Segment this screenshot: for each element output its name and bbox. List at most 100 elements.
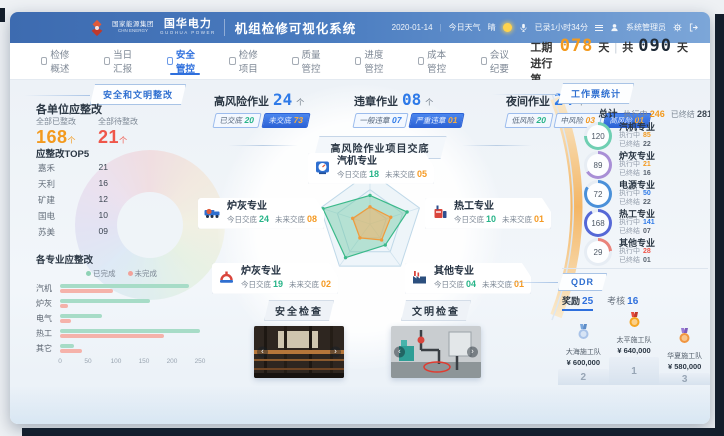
tab-bar: 检修概述当日汇报安全管控检修项目质量管控进度管控成本管控会议纪要 工期进行第 0… — [10, 43, 710, 80]
safety-check-gallery: 安全检查 ‹ › — [254, 300, 344, 378]
screen-edge-right — [715, 14, 724, 436]
bar-axis: 050100150200250 — [60, 356, 200, 366]
divider — [562, 268, 708, 269]
top5-row: 天利16 — [38, 178, 108, 194]
tab-检修概述[interactable]: 检修概述 — [28, 43, 91, 79]
record-duration: 已录1小时34分 — [535, 22, 588, 33]
podium-step: 1 — [609, 357, 660, 385]
high-risk-work-stat: 高风险作业24个 已交底20未交底73 — [214, 90, 309, 128]
tab-质量管控[interactable]: 质量管控 — [279, 43, 342, 79]
work-ticket-ring-热工专业: 168热工专业执行中141已终结07 — [584, 209, 710, 237]
tab-成本管控[interactable]: 成本管控 — [405, 43, 468, 79]
work-ticket-ring-炉灰专业: 89炉灰专业执行中21已终结16 — [584, 151, 710, 179]
majors-chart-title: 各专业应整改 — [36, 252, 93, 266]
qdr-tab-考核[interactable]: 考核16 — [607, 294, 638, 311]
total-done-stat: 全部已整改 168个 — [36, 116, 76, 148]
civilized-check-photo[interactable]: ‹ › — [391, 326, 481, 378]
progress-ring: 168 — [584, 209, 612, 237]
tab-检修项目[interactable]: 检修项目 — [216, 43, 279, 79]
closed-total: 281 — [697, 109, 710, 119]
carousel-prev-icon[interactable]: ‹ — [394, 347, 405, 358]
progress-ring: 89 — [584, 151, 612, 179]
card-ash-2: 炉灰专业 今日交底19未来交底02 — [212, 263, 338, 294]
violation-work-stat: 违章作业08个 一般违章07严重违章01 — [354, 90, 464, 128]
podium-rank-2: 大海施工队¥ 600,000 2 — [558, 324, 609, 385]
bar-row-电气: 电气 — [36, 311, 200, 326]
tab-进度管控[interactable]: 进度管控 — [342, 43, 405, 79]
tab-icon — [167, 57, 173, 65]
carousel-next-icon[interactable]: › — [467, 347, 478, 358]
progress-ring: 29 — [584, 238, 612, 266]
weather-label: 今日天气 — [449, 22, 481, 33]
badge-严重违章: 严重违章01 — [409, 113, 466, 128]
sun-icon — [503, 23, 512, 32]
team-name: 大海施工队 — [558, 347, 609, 357]
truck-icon — [203, 203, 222, 222]
work-ticket-ring-汽机专业: 120汽机专业执行中85已终结22 — [584, 122, 710, 150]
safety-check-title: 安全检查 — [264, 300, 334, 321]
legend-done: 已完成 — [86, 268, 116, 279]
badge-一般违章: 一般违章07 — [352, 113, 409, 128]
section-badge-safety-rectification: 安全和文明整改 — [90, 84, 186, 105]
tab-会议纪要[interactable]: 会议纪要 — [468, 43, 531, 79]
period-total-days: 090 — [638, 36, 672, 56]
tab-安全管控[interactable]: 安全管控 — [154, 43, 217, 79]
majors-bar-chart: 汽机炉灰电气热工其它050100150200250 — [36, 281, 200, 366]
tab-icon — [229, 57, 235, 65]
team-amount: ¥ 640,000 — [609, 346, 660, 355]
project-period: 工期进行第 078 天 | 共 090 天 — [530, 36, 710, 87]
team-name: 太平施工队 — [609, 335, 660, 345]
badge-未交底: 未交底73 — [261, 113, 310, 128]
silver-medal-icon — [558, 324, 609, 346]
page-title: 机组检修可视化系统 — [235, 18, 357, 37]
header-right: 2020-01-14 | 今日天气 晴 已录1小时34分 系统管理员 — [392, 22, 710, 33]
card-other: 其他专业 今日交底04未来交底01 — [405, 263, 531, 294]
work-ticket-rings: 120汽机专业执行中85已终结2289炉灰专业执行中21已终结1672电源专业执… — [584, 122, 710, 267]
bar-row-汽机: 汽机 — [36, 281, 200, 296]
carousel-next-icon[interactable]: › — [330, 347, 341, 358]
progress-ring: 72 — [584, 180, 612, 208]
total-pending-value: 21 — [98, 127, 119, 147]
team-amount: ¥ 580,000 — [659, 362, 710, 371]
section-badge-qdr: QDR — [558, 273, 607, 291]
work-ticket-ring-电源专业: 72电源专业执行中50已终结22 — [584, 180, 710, 208]
right-panel: 工作票统计 总计 执行中 246 已终结 281 120汽机专业执行中85已终结… — [558, 80, 710, 424]
boiler-icon — [430, 203, 449, 222]
card-thermal: 热工专业 今日交底10未来交底01 — [425, 198, 551, 229]
tab-icon — [481, 57, 487, 65]
rectify-totals: 全部已整改 168个 全部待整改 21个 — [36, 116, 138, 148]
top5-list: 嘉禾21天利16矿建12国电10苏美09 — [38, 162, 108, 242]
card-ash-1: 炉灰专业 今日交底24未来交底08 — [198, 198, 324, 229]
gear-icon[interactable] — [673, 23, 682, 32]
bar-row-热工: 热工 — [36, 326, 200, 341]
dashboard-content: 安全和文明整改 各单位应整改 全部已整改 168个 全部待整改 21个 应整改T… — [10, 80, 710, 424]
tab-当日汇报[interactable]: 当日汇报 — [91, 43, 154, 79]
units-rectify-title: 各单位应整改 — [36, 101, 102, 117]
center-panel: 高风险作业24个 已交底20未交底73 违章作业08个 一般违章07严重违章01… — [198, 80, 562, 424]
top5-title: 应整改TOP5 — [36, 146, 89, 160]
work-ticket-totals: 总计 执行中 246 已终结 281 — [558, 106, 710, 120]
gauge-icon — [313, 158, 332, 177]
company-name: 国华电力 GUOHUA POWER — [160, 19, 225, 36]
bar-row-其它: 其它 — [36, 341, 200, 356]
menu-icon[interactable] — [595, 23, 603, 32]
brand-block: 国家能源集团 CHN ENERGY 国华电力 GUOHUA POWER 机组检修… — [10, 18, 356, 37]
civilized-check-gallery: 文明检查 ‹ › — [391, 300, 481, 378]
team-name: 华夏施工队 — [659, 351, 710, 361]
podium-step: 2 — [558, 369, 609, 385]
current-user[interactable]: 系统管理员 — [626, 22, 666, 33]
team-amount: ¥ 600,000 — [558, 358, 609, 367]
carousel-prev-icon[interactable]: ‹ — [257, 347, 268, 358]
running-total: 246 — [650, 109, 665, 119]
logout-icon[interactable] — [689, 23, 698, 32]
legend-undone: 未完成 — [128, 268, 158, 279]
top5-row: 矿建12 — [38, 194, 108, 210]
left-panel: 安全和文明整改 各单位应整改 全部已整改 168个 全部待整改 21个 应整改T… — [24, 80, 202, 424]
factory-icon — [410, 268, 429, 287]
podium-rank-3: 华夏施工队¥ 580,0003 — [659, 328, 710, 385]
safety-check-photo[interactable]: ‹ › — [254, 326, 344, 378]
qdr-tab-奖励[interactable]: 奖励25 — [562, 294, 593, 311]
qdr-podium: 大海施工队¥ 600,000 2 太平施工队¥ 640,000 1华夏施工队¥ 580… — [558, 312, 710, 385]
header-date: 2020-01-14 — [392, 23, 433, 32]
screen-edge-bottom — [22, 428, 724, 436]
